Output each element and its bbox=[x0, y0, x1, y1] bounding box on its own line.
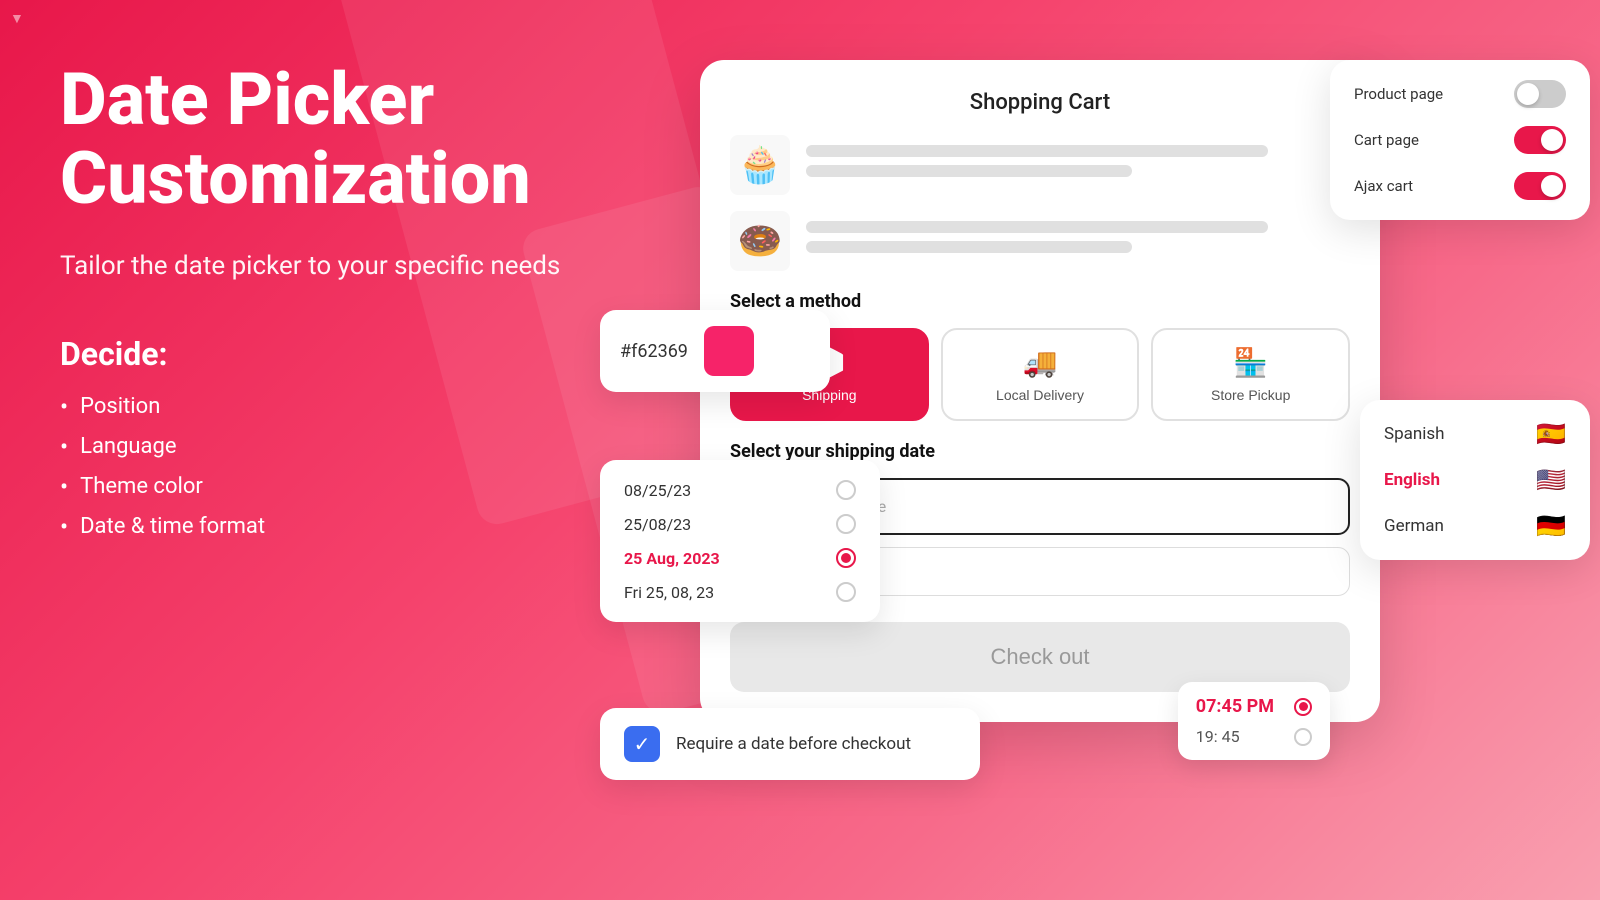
product-page-toggle[interactable] bbox=[1514, 80, 1566, 108]
subtitle: Tailor the date picker to your specific … bbox=[60, 248, 580, 284]
delivery-icon: 🚚 bbox=[1023, 346, 1058, 379]
english-flag: 🇺🇸 bbox=[1536, 466, 1566, 494]
toggle-row-product-page: Product page bbox=[1354, 80, 1566, 108]
item-line bbox=[806, 241, 1132, 253]
decide-list: Position Language Theme color Date & tim… bbox=[60, 393, 580, 541]
lang-row-english[interactable]: English 🇺🇸 bbox=[1384, 466, 1566, 494]
decide-item-position: Position bbox=[60, 393, 580, 421]
toggle-knob bbox=[1517, 83, 1539, 105]
method-btn-store-pickup[interactable]: 🏪 Store Pickup bbox=[1151, 328, 1350, 421]
decide-heading: Decide: bbox=[60, 335, 580, 373]
item-line bbox=[806, 145, 1268, 157]
radio-1[interactable] bbox=[836, 480, 856, 500]
lang-row-german[interactable]: German 🇩🇪 bbox=[1384, 512, 1566, 540]
language-card: Spanish 🇪🇸 English 🇺🇸 German 🇩🇪 bbox=[1360, 400, 1590, 560]
item-line bbox=[806, 221, 1268, 233]
left-panel: Date Picker Customization Tailor the dat… bbox=[60, 60, 580, 553]
format-label-1: 08/25/23 bbox=[624, 481, 691, 500]
cart-item-1: 🧁 bbox=[730, 135, 1350, 195]
format-row-2[interactable]: 25/08/23 bbox=[624, 514, 856, 534]
product-page-label: Product page bbox=[1354, 85, 1443, 103]
color-swatch[interactable] bbox=[704, 326, 754, 376]
color-picker-card: #f62369 bbox=[600, 310, 830, 392]
cart-item-img-2: 🍩 bbox=[730, 211, 790, 271]
toggle-knob bbox=[1541, 175, 1563, 197]
time-opt-row-2[interactable]: 19: 45 bbox=[1196, 727, 1312, 746]
format-row-1[interactable]: 08/25/23 bbox=[624, 480, 856, 500]
spanish-flag: 🇪🇸 bbox=[1536, 420, 1566, 448]
right-panel: Shopping Cart 🧁 🍩 Select a method bbox=[600, 40, 1600, 900]
format-label-4: Fri 25, 08, 23 bbox=[624, 583, 714, 602]
ajax-cart-toggle[interactable] bbox=[1514, 172, 1566, 200]
cart-page-label: Cart page bbox=[1354, 131, 1419, 149]
cart-page-toggle[interactable] bbox=[1514, 126, 1566, 154]
color-hex-value[interactable]: #f62369 bbox=[620, 341, 688, 362]
radio-4[interactable] bbox=[836, 582, 856, 602]
lang-row-spanish[interactable]: Spanish 🇪🇸 bbox=[1384, 420, 1566, 448]
format-label-2: 25/08/23 bbox=[624, 515, 691, 534]
checkbox-label: Require a date before checkout bbox=[676, 734, 911, 754]
spanish-label: Spanish bbox=[1384, 424, 1445, 444]
shipping-date-title: Select your shipping date bbox=[730, 441, 1350, 462]
cart-items: 🧁 🍩 bbox=[730, 135, 1350, 271]
logo: ▼ bbox=[10, 10, 24, 27]
radio-3[interactable] bbox=[836, 548, 856, 568]
method-btn-local-delivery[interactable]: 🚚 Local Delivery bbox=[941, 328, 1140, 421]
time-radio-2[interactable] bbox=[1294, 728, 1312, 746]
cart-item-lines-1 bbox=[806, 145, 1350, 185]
german-label: German bbox=[1384, 516, 1444, 536]
toggle-row-cart-page: Cart page bbox=[1354, 126, 1566, 154]
time-options-card: 07:45 PM 19: 45 bbox=[1178, 682, 1330, 760]
decide-item-date-format: Date & time format bbox=[60, 513, 580, 541]
radio-2[interactable] bbox=[836, 514, 856, 534]
radio-inner bbox=[841, 553, 851, 563]
cart-item-img-1: 🧁 bbox=[730, 135, 790, 195]
english-label: English bbox=[1384, 470, 1440, 490]
decide-item-language: Language bbox=[60, 433, 580, 461]
cart-item-2: 🍩 bbox=[730, 211, 1350, 271]
method-section-title: Select a method bbox=[730, 291, 1350, 312]
main-title: Date Picker Customization bbox=[60, 60, 580, 218]
format-row-3[interactable]: 25 Aug, 2023 bbox=[624, 548, 856, 568]
ajax-cart-label: Ajax cart bbox=[1354, 177, 1413, 195]
cart-item-lines-2 bbox=[806, 221, 1350, 261]
checkbox-card[interactable]: ✓ Require a date before checkout bbox=[600, 708, 980, 780]
date-format-card: 08/25/23 25/08/23 25 Aug, 2023 Fri 25, 0… bbox=[600, 460, 880, 622]
time-radio-inner bbox=[1299, 702, 1308, 711]
toggle-panel: Product page Cart page Ajax cart bbox=[1330, 60, 1590, 220]
time-secondary: 19: 45 bbox=[1196, 727, 1240, 746]
toggle-knob bbox=[1541, 129, 1563, 151]
checkbox[interactable]: ✓ bbox=[624, 726, 660, 762]
time-opt-row-1[interactable]: 07:45 PM bbox=[1196, 696, 1312, 717]
time-radio-1[interactable] bbox=[1294, 698, 1312, 716]
item-line bbox=[806, 165, 1132, 177]
toggle-row-ajax-cart: Ajax cart bbox=[1354, 172, 1566, 200]
format-label-3: 25 Aug, 2023 bbox=[624, 549, 720, 568]
cart-title: Shopping Cart bbox=[730, 90, 1350, 115]
format-row-4[interactable]: Fri 25, 08, 23 bbox=[624, 582, 856, 602]
german-flag: 🇩🇪 bbox=[1536, 512, 1566, 540]
store-icon: 🏪 bbox=[1233, 346, 1268, 379]
decide-item-theme-color: Theme color bbox=[60, 473, 580, 501]
time-primary: 07:45 PM bbox=[1196, 696, 1274, 717]
